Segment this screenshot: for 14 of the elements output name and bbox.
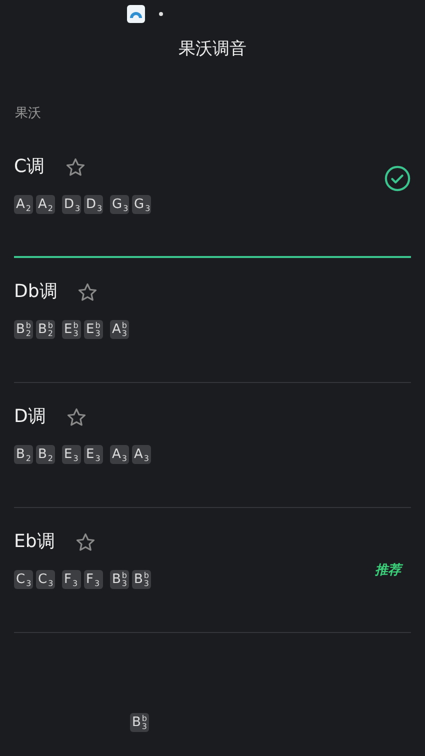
section-label: 果沃 [14,105,42,123]
key-name: Db调 [14,280,58,304]
notification-dot [159,12,163,16]
key-name: Eb调 [14,530,55,554]
page-title: 果沃调音 [178,38,248,61]
star-icon[interactable] [74,532,96,552]
star-icon[interactable] [66,406,87,428]
recommended-tag: 推荐 [375,561,401,580]
check-icon [384,165,411,192]
key-name: C调 [14,155,45,179]
star-icon[interactable] [64,156,86,178]
key-name: D调 [14,405,46,429]
star-icon[interactable] [77,282,98,302]
app-icon [127,5,145,23]
